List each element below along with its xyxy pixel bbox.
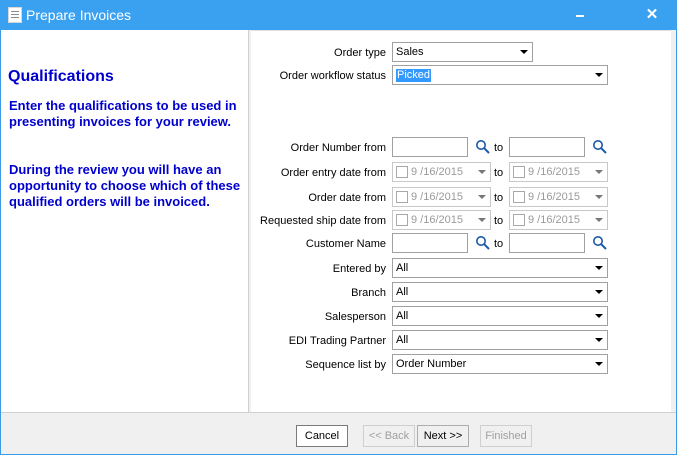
entry-date-label: Order entry date from (280, 167, 386, 179)
qualifications-heading: Qualifications (8, 68, 114, 85)
chevron-down-icon (595, 73, 603, 77)
search-icon[interactable] (592, 139, 608, 155)
to-label: to (494, 142, 504, 154)
entry-date-to-picker[interactable]: 9 /16/2015 (509, 162, 608, 182)
workflow-status-select[interactable]: Picked (392, 65, 608, 85)
prepare-invoices-window: Prepare Invoices ✕ Qualifications Enter … (0, 0, 677, 455)
order-date-label: Order date from (308, 192, 386, 204)
date-value: 9 /16/2015 (411, 214, 463, 226)
salesperson-select[interactable]: All (392, 306, 608, 326)
branch-select[interactable]: All (392, 282, 608, 302)
footer-divider (1, 412, 676, 413)
edi-partner-label: EDI Trading Partner (288, 335, 386, 347)
customer-to-input[interactable] (509, 233, 585, 253)
entered-by-value: All (396, 262, 409, 274)
chevron-down-icon (520, 50, 528, 54)
customer-name-label: Customer Name (305, 238, 386, 250)
date-value: 9 /16/2015 (411, 166, 463, 178)
to-label: to (494, 192, 504, 204)
sequence-select[interactable]: Order Number (392, 354, 608, 374)
entry-date-from-picker[interactable]: 9 /16/2015 (392, 162, 491, 182)
order-number-label: Order Number from (290, 142, 386, 154)
chevron-down-icon (595, 290, 603, 294)
entered-by-select[interactable]: All (392, 258, 608, 278)
ship-date-to-picker[interactable]: 9 /16/2015 (509, 210, 608, 230)
order-date-to-picker[interactable]: 9 /16/2015 (509, 187, 608, 207)
chevron-down-icon (595, 314, 603, 318)
order-date-from-picker[interactable]: 9 /16/2015 (392, 187, 491, 207)
order-number-from-input[interactable] (392, 137, 468, 157)
search-icon[interactable] (592, 235, 608, 251)
chevron-down-icon (595, 170, 603, 174)
instructions-pane: Qualifications Enter the qualifications … (1, 30, 249, 413)
to-label: to (494, 167, 504, 179)
checkbox[interactable] (513, 166, 525, 178)
chevron-down-icon (595, 218, 603, 222)
dialog-body: Qualifications Enter the qualifications … (1, 30, 676, 454)
minimize-button[interactable] (572, 6, 590, 24)
order-type-select[interactable]: Sales (392, 42, 533, 62)
salesperson-label: Salesperson (324, 311, 386, 323)
order-type-value: Sales (396, 46, 424, 58)
chevron-down-icon (478, 195, 486, 199)
checkbox[interactable] (513, 191, 525, 203)
checkbox[interactable] (396, 214, 408, 226)
ship-date-label: Requested ship date from (260, 215, 386, 227)
search-icon[interactable] (475, 235, 491, 251)
workflow-status-value: Picked (396, 69, 432, 82)
entered-by-label: Entered by (332, 263, 386, 275)
search-icon[interactable] (475, 139, 491, 155)
sequence-value: Order Number (396, 358, 467, 370)
back-button[interactable]: << Back (363, 425, 415, 447)
branch-value: All (396, 286, 409, 298)
window-title: Prepare Invoices (26, 7, 132, 23)
to-label: to (494, 238, 504, 250)
review-note-text: During the review you will have an oppor… (9, 162, 241, 209)
chevron-down-icon (595, 338, 603, 342)
edi-partner-value: All (396, 334, 409, 346)
instruction-text: Enter the qualifications to be used in p… (9, 98, 237, 129)
chevron-down-icon (478, 218, 486, 222)
edi-partner-select[interactable]: All (392, 330, 608, 350)
checkbox[interactable] (513, 214, 525, 226)
sequence-label: Sequence list by (305, 359, 386, 371)
order-number-to-input[interactable] (509, 137, 585, 157)
chevron-down-icon (595, 266, 603, 270)
branch-label: Branch (351, 287, 386, 299)
to-label: to (494, 215, 504, 227)
date-value: 9 /16/2015 (528, 214, 580, 226)
finished-button[interactable]: Finished (480, 425, 532, 447)
order-type-label: Order type (334, 47, 386, 59)
chevron-down-icon (595, 195, 603, 199)
checkbox[interactable] (396, 166, 408, 178)
chevron-down-icon (595, 362, 603, 366)
date-value: 9 /16/2015 (411, 191, 463, 203)
customer-from-input[interactable] (392, 233, 468, 253)
document-icon (8, 7, 22, 23)
workflow-status-label: Order workflow status (279, 70, 386, 82)
date-value: 9 /16/2015 (528, 166, 580, 178)
next-button[interactable]: Next >> (417, 425, 469, 447)
checkbox[interactable] (396, 191, 408, 203)
date-value: 9 /16/2015 (528, 191, 580, 203)
chevron-down-icon (478, 170, 486, 174)
cancel-button[interactable]: Cancel (296, 425, 348, 447)
qualifications-form: Order type Sales Order workflow status P… (251, 30, 671, 413)
ship-date-from-picker[interactable]: 9 /16/2015 (392, 210, 491, 230)
close-button[interactable]: ✕ (643, 6, 661, 24)
salesperson-value: All (396, 310, 409, 322)
title-bar: Prepare Invoices ✕ (0, 0, 677, 30)
